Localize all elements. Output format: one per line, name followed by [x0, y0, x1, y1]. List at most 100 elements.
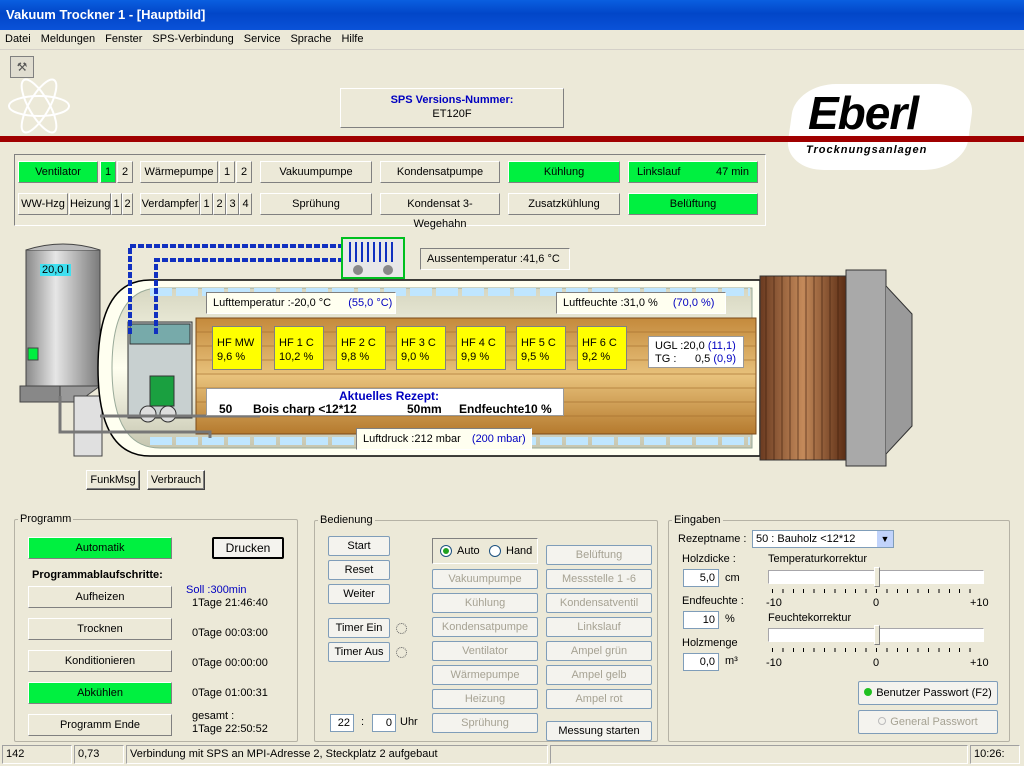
sensor-name: HF 2 C [341, 337, 376, 349]
logo-text: Eberl [808, 87, 919, 139]
temperaturkorrektur-thumb[interactable] [874, 567, 880, 587]
drucken-button[interactable]: Drucken [212, 537, 284, 559]
rezept-name: Bois charp <12*12 [253, 402, 357, 416]
tg-value: 0,5 [695, 353, 711, 365]
step-programm-ende: Programm Ende [28, 714, 172, 736]
sensor-name: HF 6 C [582, 337, 617, 349]
lufttemperatur-soll: (55,0 °C) [348, 297, 393, 309]
btn-ampel-rot[interactable]: Ampel rot [546, 689, 652, 709]
sps-version-label: SPS Versions-Nummer: [390, 94, 514, 106]
feuchte-ticks [772, 648, 980, 652]
luftfeuchte-soll: (70,0 %) [672, 297, 715, 309]
btn-kondensatventil[interactable]: Kondensatventil [546, 593, 652, 613]
led-green-icon [864, 688, 873, 696]
status-kuehlung: Kühlung [508, 161, 620, 183]
btn-messstelle[interactable]: Messstelle 1 -6 [546, 569, 652, 589]
general-passwort-button[interactable]: General Passwort [858, 710, 998, 734]
funkmsg-button[interactable]: FunkMsg [86, 470, 140, 490]
statusbar-time: 10:26: [970, 745, 1020, 764]
reset-button[interactable]: Reset [328, 560, 390, 580]
rezeptname-label: Rezeptname : [678, 533, 747, 545]
status-ventilator-2: 2 [117, 161, 133, 183]
title-bar: Vakuum Trockner 1 - [Hauptbild] [0, 0, 1024, 30]
logo-tagline: Trocknungsanlagen [806, 144, 928, 156]
ugl-tg-box: UGL :20,0 (11,1) TG : 0,5 (0,9) [648, 336, 744, 368]
auto-radio[interactable] [440, 545, 452, 557]
verbrauch-button[interactable]: Verbrauch [147, 470, 205, 490]
menu-datei[interactable]: Datei [0, 30, 36, 45]
tank-top [25, 243, 101, 251]
messung-starten-button[interactable]: Messung starten [546, 721, 652, 741]
menu-service[interactable]: Service [239, 30, 286, 45]
endfeuchte-input[interactable]: 10 [683, 611, 719, 629]
btn-linkslauf[interactable]: Linkslauf [546, 617, 652, 637]
timer-aus-button[interactable]: Timer Aus [328, 642, 390, 662]
rezeptname-value: 50 : Bauholz <12*12 [756, 533, 856, 545]
holzmenge-label: Holzmenge [682, 637, 738, 649]
temp-ticks [772, 589, 980, 593]
door-frame [845, 269, 887, 467]
minute-input[interactable]: 0 [372, 714, 396, 732]
feuchtekorrektur-thumb[interactable] [874, 625, 880, 645]
btn-kondensatpumpe[interactable]: Kondensatpumpe [432, 617, 538, 637]
aussentemperatur: Aussentemperatur :41,6 °C [420, 248, 570, 270]
linkslauf-time: 47 min [715, 166, 749, 178]
btn-kuehlung[interactable]: Kühlung [432, 593, 538, 613]
btn-belueftung[interactable]: Belüftung [546, 545, 652, 565]
benutzer-passwort-button[interactable]: Benutzer Passwort (F2) [858, 681, 998, 705]
red-divider [0, 136, 1024, 142]
holzmenge-input[interactable]: 0,0 [683, 653, 719, 671]
status-linkslauf: Linkslauf 47 min [628, 161, 758, 183]
auto-label: Auto [457, 545, 480, 557]
step-abkuehlen: Abkühlen [28, 682, 172, 704]
linkslauf-label: Linkslauf [637, 166, 681, 178]
sensor-name: HF MW [217, 337, 255, 349]
hour-input[interactable]: 22 [330, 714, 354, 732]
chevron-down-icon[interactable]: ▼ [877, 531, 893, 547]
status-waermepumpe-1: 1 [219, 161, 235, 183]
status-verdampfer-4: 4 [239, 193, 252, 215]
start-button[interactable]: Start [328, 536, 390, 556]
atom-watermark-icon [8, 78, 70, 134]
step-abkuehlen-time: 0Tage 01:00:31 [192, 687, 268, 699]
menu-meldungen[interactable]: Meldungen [36, 30, 100, 45]
btn-heizung[interactable]: Heizung [432, 689, 538, 709]
btn-waermepumpe[interactable]: Wärmepumpe [432, 665, 538, 685]
status-verdampfer: Verdampfer [140, 193, 200, 215]
holzdicke-label: Holzdicke : [682, 553, 736, 565]
status-waermepumpe: Wärmepumpe [140, 161, 218, 183]
timer-ein-button[interactable]: Timer Ein [328, 618, 390, 638]
btn-ventilator[interactable]: Ventilator [432, 641, 538, 661]
led-gray-icon [878, 717, 887, 725]
rezept-endfeuchte: Endfeuchte10 % [459, 402, 552, 416]
benutzer-passwort-label: Benutzer Passwort (F2) [876, 687, 992, 699]
toolbar-icon-button[interactable]: ⚒ [10, 56, 34, 78]
menu-hilfe[interactable]: Hilfe [336, 30, 368, 45]
holzdicke-input[interactable]: 5,0 [683, 569, 719, 587]
rezept-panel: Aktuelles Rezept: 50 Bois charp <12*12 5… [206, 388, 564, 416]
menu-sprache[interactable]: Sprache [285, 30, 336, 45]
radio-dot-icon [443, 548, 449, 554]
statusbar-empty [550, 745, 968, 764]
temp-scale-max: +10 [970, 597, 989, 609]
hand-radio[interactable] [489, 545, 501, 557]
ugl-value: 20,0 [683, 340, 705, 352]
menu-sps-verbindung[interactable]: SPS-Verbindung [147, 30, 238, 45]
btn-ampel-gruen[interactable]: Ampel grün [546, 641, 652, 661]
status-verdampfer-1: 1 [200, 193, 213, 215]
weiter-button[interactable]: Weiter [328, 584, 390, 604]
btn-spruehung[interactable]: Sprühung [432, 713, 538, 733]
btn-vakuumpumpe[interactable]: Vakuumpumpe [432, 569, 538, 589]
status-ww-hzg: WW-Hzg [18, 193, 68, 215]
btn-ampel-gelb[interactable]: Ampel gelb [546, 665, 652, 685]
ugl-soll: (11,1) [707, 340, 736, 352]
general-passwort-label: General Passwort [890, 716, 978, 728]
pump-unit [73, 395, 103, 457]
status-belueftung: Belüftung [628, 193, 758, 215]
step-trocknen-time: 0Tage 00:03:00 [192, 627, 268, 639]
sensor-value: 9,0 % [401, 351, 430, 363]
rezeptname-dropdown[interactable]: 50 : Bauholz <12*12 ▼ [752, 530, 894, 548]
sensor-hf-3c: HF 3 C 9,0 % [396, 326, 446, 370]
menu-fenster[interactable]: Fenster [100, 30, 147, 45]
temp-scale-min: -10 [766, 597, 782, 609]
